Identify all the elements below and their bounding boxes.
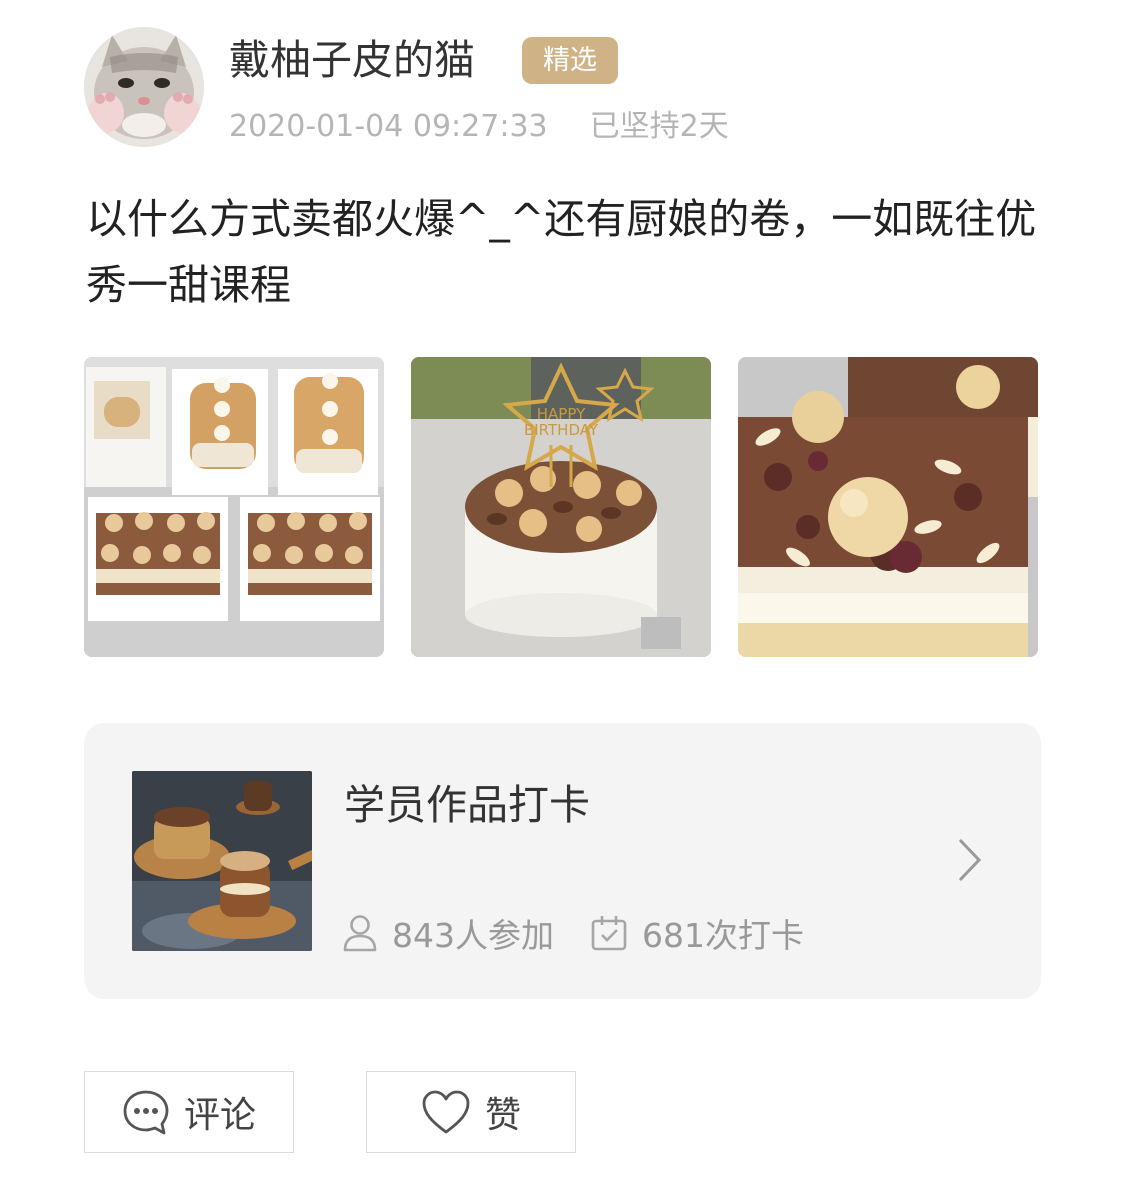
course-title: 学员作品打卡 [344,781,590,829]
author-avatar[interactable] [84,27,204,147]
checkins-count: 681次打卡 [642,916,804,955]
streak-days: 已坚持2天 [589,109,729,144]
like-label: 赞 [484,1095,521,1136]
post-photo-swiss-rolls[interactable] [84,357,384,657]
comment-label: 评论 [183,1095,256,1136]
post-photo-birthday-cake[interactable]: HAPPY BIRTHDAY [411,357,711,657]
svg-text:BIRTHDAY: BIRTHDAY [524,421,599,439]
post-meta: 2020-01-04 09:27:33 已坚持2天 [229,105,729,149]
participants-count: 843人参加 [392,916,554,955]
course-thumbnail [132,771,312,951]
like-button[interactable]: 赞 [366,1071,576,1153]
course-card[interactable]: 学员作品打卡 843人参加 681次打卡 [84,723,1041,999]
post-photo-nut-box-cake[interactable] [738,357,1038,657]
heart-icon [421,1089,485,1135]
chevron-right-icon [957,837,983,883]
course-stats: 843人参加 681次打卡 [342,907,804,959]
post-text: 以什么方式卖都火爆^_^还有厨娘的卷，一如既往优秀一甜课程 [86,195,1037,309]
comment-bubble-icon [122,1088,184,1136]
participants-stat: 843人参加 [342,909,554,957]
author-name[interactable]: 戴柚子皮的猫 [229,32,475,88]
comment-button[interactable]: 评论 [84,1071,294,1153]
person-icon [342,914,392,952]
post-timestamp: 2020-01-04 09:27:33 [229,109,548,144]
featured-badge: 精选 [522,37,618,84]
checkins-stat: 681次打卡 [590,909,804,957]
calendar-check-icon [590,914,642,952]
